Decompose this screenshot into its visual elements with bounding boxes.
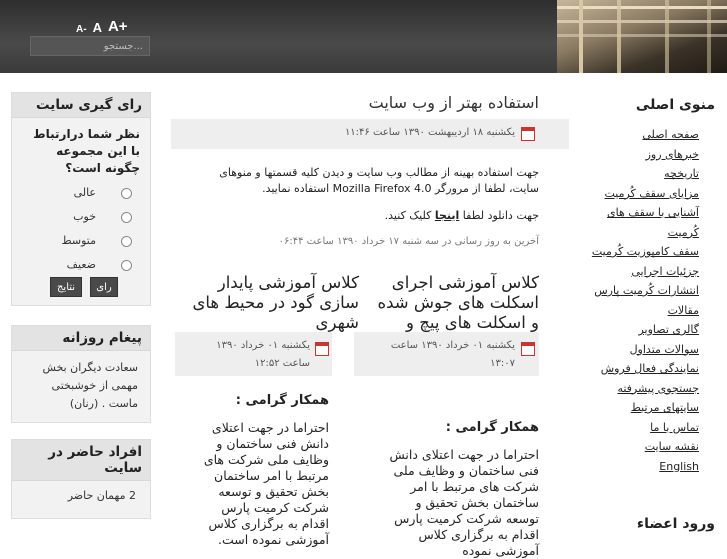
font-reset-button[interactable]: A <box>93 20 102 35</box>
main-content: استفاده بهتر از وب سایت یکشنبه ۱۸ اردیبه… <box>171 73 569 558</box>
news-greeting: همکار گرامی : <box>445 420 539 435</box>
poll-question: نظر شما درارتباط با این مجموعه چگونه است… <box>33 127 140 175</box>
daily-message-text: سعادت دیگران بخش مهمی از خوشبختی ماست . … <box>42 361 138 410</box>
news-body: احتراما در جهت اعتلای دانش فنی ساختمان و… <box>389 447 539 558</box>
last-updated: آخرین به روز رسانی در سه شنبه ۱۷ خرداد ۱… <box>278 236 539 247</box>
poll-option-label: خوب <box>73 210 96 223</box>
menu-item-articles[interactable]: مقالات <box>668 304 699 317</box>
poll-radio-good[interactable] <box>121 212 132 223</box>
news-body: احتراما در جهت اعتلای دانش فنی ساختمان و… <box>203 420 329 547</box>
menu-item-publications[interactable]: انتشارات کُرمیت پارس <box>594 284 699 297</box>
login-title: ورود اعضاء <box>636 516 715 532</box>
news-date: یکشنبه ۰۱ خرداد ۱۳۹۰ ساعت ۱۳:۰۷ <box>390 340 515 369</box>
news-title[interactable]: کلاس آموزشی پایدار سازی گود در محیط های … <box>189 273 359 333</box>
menu-item-contact[interactable]: تماس با ما <box>650 421 699 434</box>
poll-panel: رای گیری سایت نظر شما درارتباط با این مج… <box>11 92 151 306</box>
online-users-panel: افراد حاضر در سایت 2 مهمان حاضر <box>11 439 151 519</box>
menu-item-sitemap[interactable]: نقشه سایت <box>645 440 699 453</box>
calendar-icon <box>315 342 329 356</box>
main-menu-list: صفحه اصلی خبرهای روز تاریخچه مزایای سقف … <box>589 125 699 476</box>
online-users-count: 2 مهمان حاضر <box>67 489 136 502</box>
menu-item-advantages[interactable]: مزایای سقف کُرمیت <box>604 187 699 200</box>
site-header: A- A A+ <box>0 0 727 73</box>
article-date: یکشنبه ۱۸ اردیبهشت ۱۳۹۰ ساعت ۱۱:۴۶ <box>344 127 515 138</box>
article-download-line: جهت دانلود لطفا اینجا کلیک کنید. <box>199 208 539 224</box>
results-button[interactable]: نتایج <box>50 277 82 297</box>
menu-item-about-ceilings[interactable]: آشنایی با سقف های کُرمیت <box>607 206 699 239</box>
download-text-suffix: کلیک کنید. <box>384 209 435 222</box>
news-greeting: همکار گرامی : <box>235 393 329 408</box>
poll-radio-poor[interactable] <box>121 260 132 271</box>
menu-item-gallery[interactable]: گالری تصاویر <box>638 323 699 336</box>
article-meta-bar: یکشنبه ۱۸ اردیبهشت ۱۳۹۰ ساعت ۱۱:۴۶ <box>171 119 569 149</box>
calendar-icon <box>521 342 535 356</box>
download-link[interactable]: اینجا <box>435 209 459 222</box>
menu-item-faq[interactable]: سوالات متداول <box>630 343 699 356</box>
online-users-title: افراد حاضر در سایت <box>12 440 150 481</box>
article-paragraph: جهت استفاده بهینه از مطالب وب سایت و دید… <box>219 166 539 195</box>
menu-item-execution-details[interactable]: جزئیات اجرایی <box>631 265 699 278</box>
vote-button[interactable]: رای <box>90 277 118 297</box>
daily-message-title: پیغام روزانه <box>12 326 150 351</box>
download-text-prefix: جهت دانلود لطفا <box>459 209 539 222</box>
menu-item-composite-ceiling[interactable]: سقف کامپوزیت کُرمیت <box>592 245 699 258</box>
search-input[interactable] <box>30 36 150 56</box>
article-title[interactable]: استفاده بهتر از وب سایت <box>369 93 539 112</box>
poll-title: رای گیری سایت <box>12 93 150 118</box>
poll-option-label: متوسط <box>61 234 96 247</box>
font-increase-button[interactable]: A+ <box>108 18 128 35</box>
menu-item-daily-news[interactable]: خبرهای روز <box>646 148 699 161</box>
main-menu-title: منوی اصلی <box>635 97 715 113</box>
poll-option-label: عالی <box>73 186 96 199</box>
news-meta-bar: یکشنبه ۰۱ خرداد ۱۳۹۰ ساعت ۱۲:۵۲ <box>175 332 332 376</box>
font-size-controls: A- A A+ <box>76 18 128 35</box>
poll-option-label: ضعیف <box>66 258 96 271</box>
main-menu-panel: منوی اصلی صفحه اصلی خبرهای روز تاریخچه م… <box>590 73 727 545</box>
poll-radio-excellent[interactable] <box>121 188 132 199</box>
menu-item-history[interactable]: تاریخچه <box>664 167 699 180</box>
news-meta-bar: یکشنبه ۰۱ خرداد ۱۳۹۰ ساعت ۱۳:۰۷ <box>354 332 539 376</box>
header-banner-image <box>557 0 727 73</box>
menu-item-advanced-search[interactable]: جستجوی پیشرفته <box>617 382 699 395</box>
news-date: یکشنبه ۰۱ خرداد ۱۳۹۰ ساعت ۱۲:۵۲ <box>216 340 310 369</box>
daily-message-panel: پیغام روزانه سعادت دیگران بخش مهمی از خو… <box>11 325 151 423</box>
menu-item-english[interactable]: English <box>659 460 699 473</box>
font-decrease-button[interactable]: A- <box>76 24 87 35</box>
menu-item-home[interactable]: صفحه اصلی <box>642 128 699 141</box>
calendar-icon <box>521 127 535 141</box>
poll-radio-average[interactable] <box>121 236 132 247</box>
menu-item-related-sites[interactable]: سایتهای مرتبط <box>631 401 699 414</box>
menu-item-sales-agents[interactable]: نمایندگی فعال فروش <box>601 362 699 375</box>
